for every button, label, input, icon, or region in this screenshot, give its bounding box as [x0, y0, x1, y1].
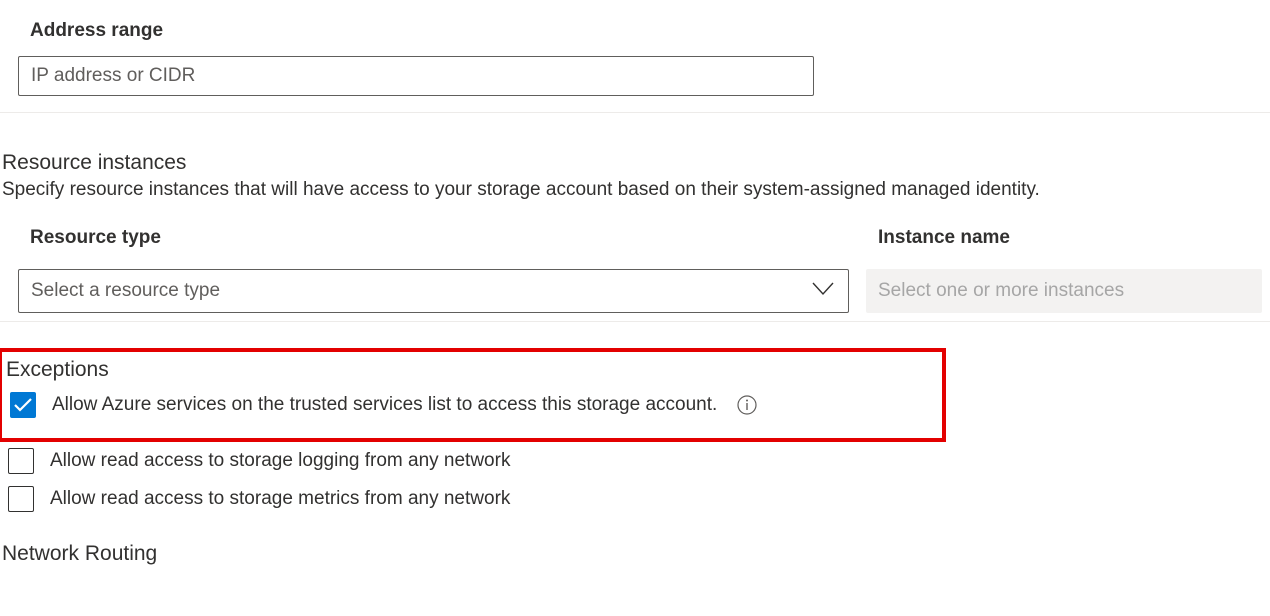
exception-row-metrics: Allow read access to storage metrics fro…: [0, 480, 1270, 518]
checkbox-trusted-services[interactable]: [10, 392, 36, 418]
resource-type-select[interactable]: Select a resource type: [18, 269, 849, 313]
exceptions-heading: Exceptions: [2, 358, 942, 386]
resource-type-label: Resource type: [0, 227, 866, 269]
checkbox-label: Allow read access to storage logging fro…: [50, 450, 510, 472]
exceptions-highlight-box: Exceptions Allow Azure services on the t…: [0, 348, 946, 442]
resource-type-placeholder: Select a resource type: [31, 280, 220, 302]
checkbox-logging[interactable]: [8, 448, 34, 474]
exception-row-logging: Allow read access to storage logging fro…: [0, 442, 1270, 480]
instance-name-select: Select one or more instances: [866, 269, 1262, 313]
address-range-label: Address range: [0, 0, 1270, 56]
address-range-input[interactable]: [18, 56, 814, 96]
instance-name-placeholder: Select one or more instances: [878, 280, 1124, 302]
network-routing-heading: Network Routing: [0, 518, 1270, 566]
checkbox-metrics[interactable]: [8, 486, 34, 512]
info-icon[interactable]: [737, 395, 757, 415]
divider: [0, 112, 1270, 113]
divider: [0, 321, 1270, 322]
checkbox-label: Allow read access to storage metrics fro…: [50, 488, 510, 510]
checkbox-label: Allow Azure services on the trusted serv…: [52, 394, 717, 416]
chevron-down-icon: [812, 280, 834, 302]
instance-name-label: Instance name: [866, 227, 1270, 269]
checkmark-icon: [14, 398, 32, 412]
exception-row-trusted-services: Allow Azure services on the trusted serv…: [2, 386, 942, 424]
resource-instances-heading: Resource instances: [0, 151, 1270, 179]
resource-instances-description: Specify resource instances that will hav…: [0, 179, 1270, 201]
